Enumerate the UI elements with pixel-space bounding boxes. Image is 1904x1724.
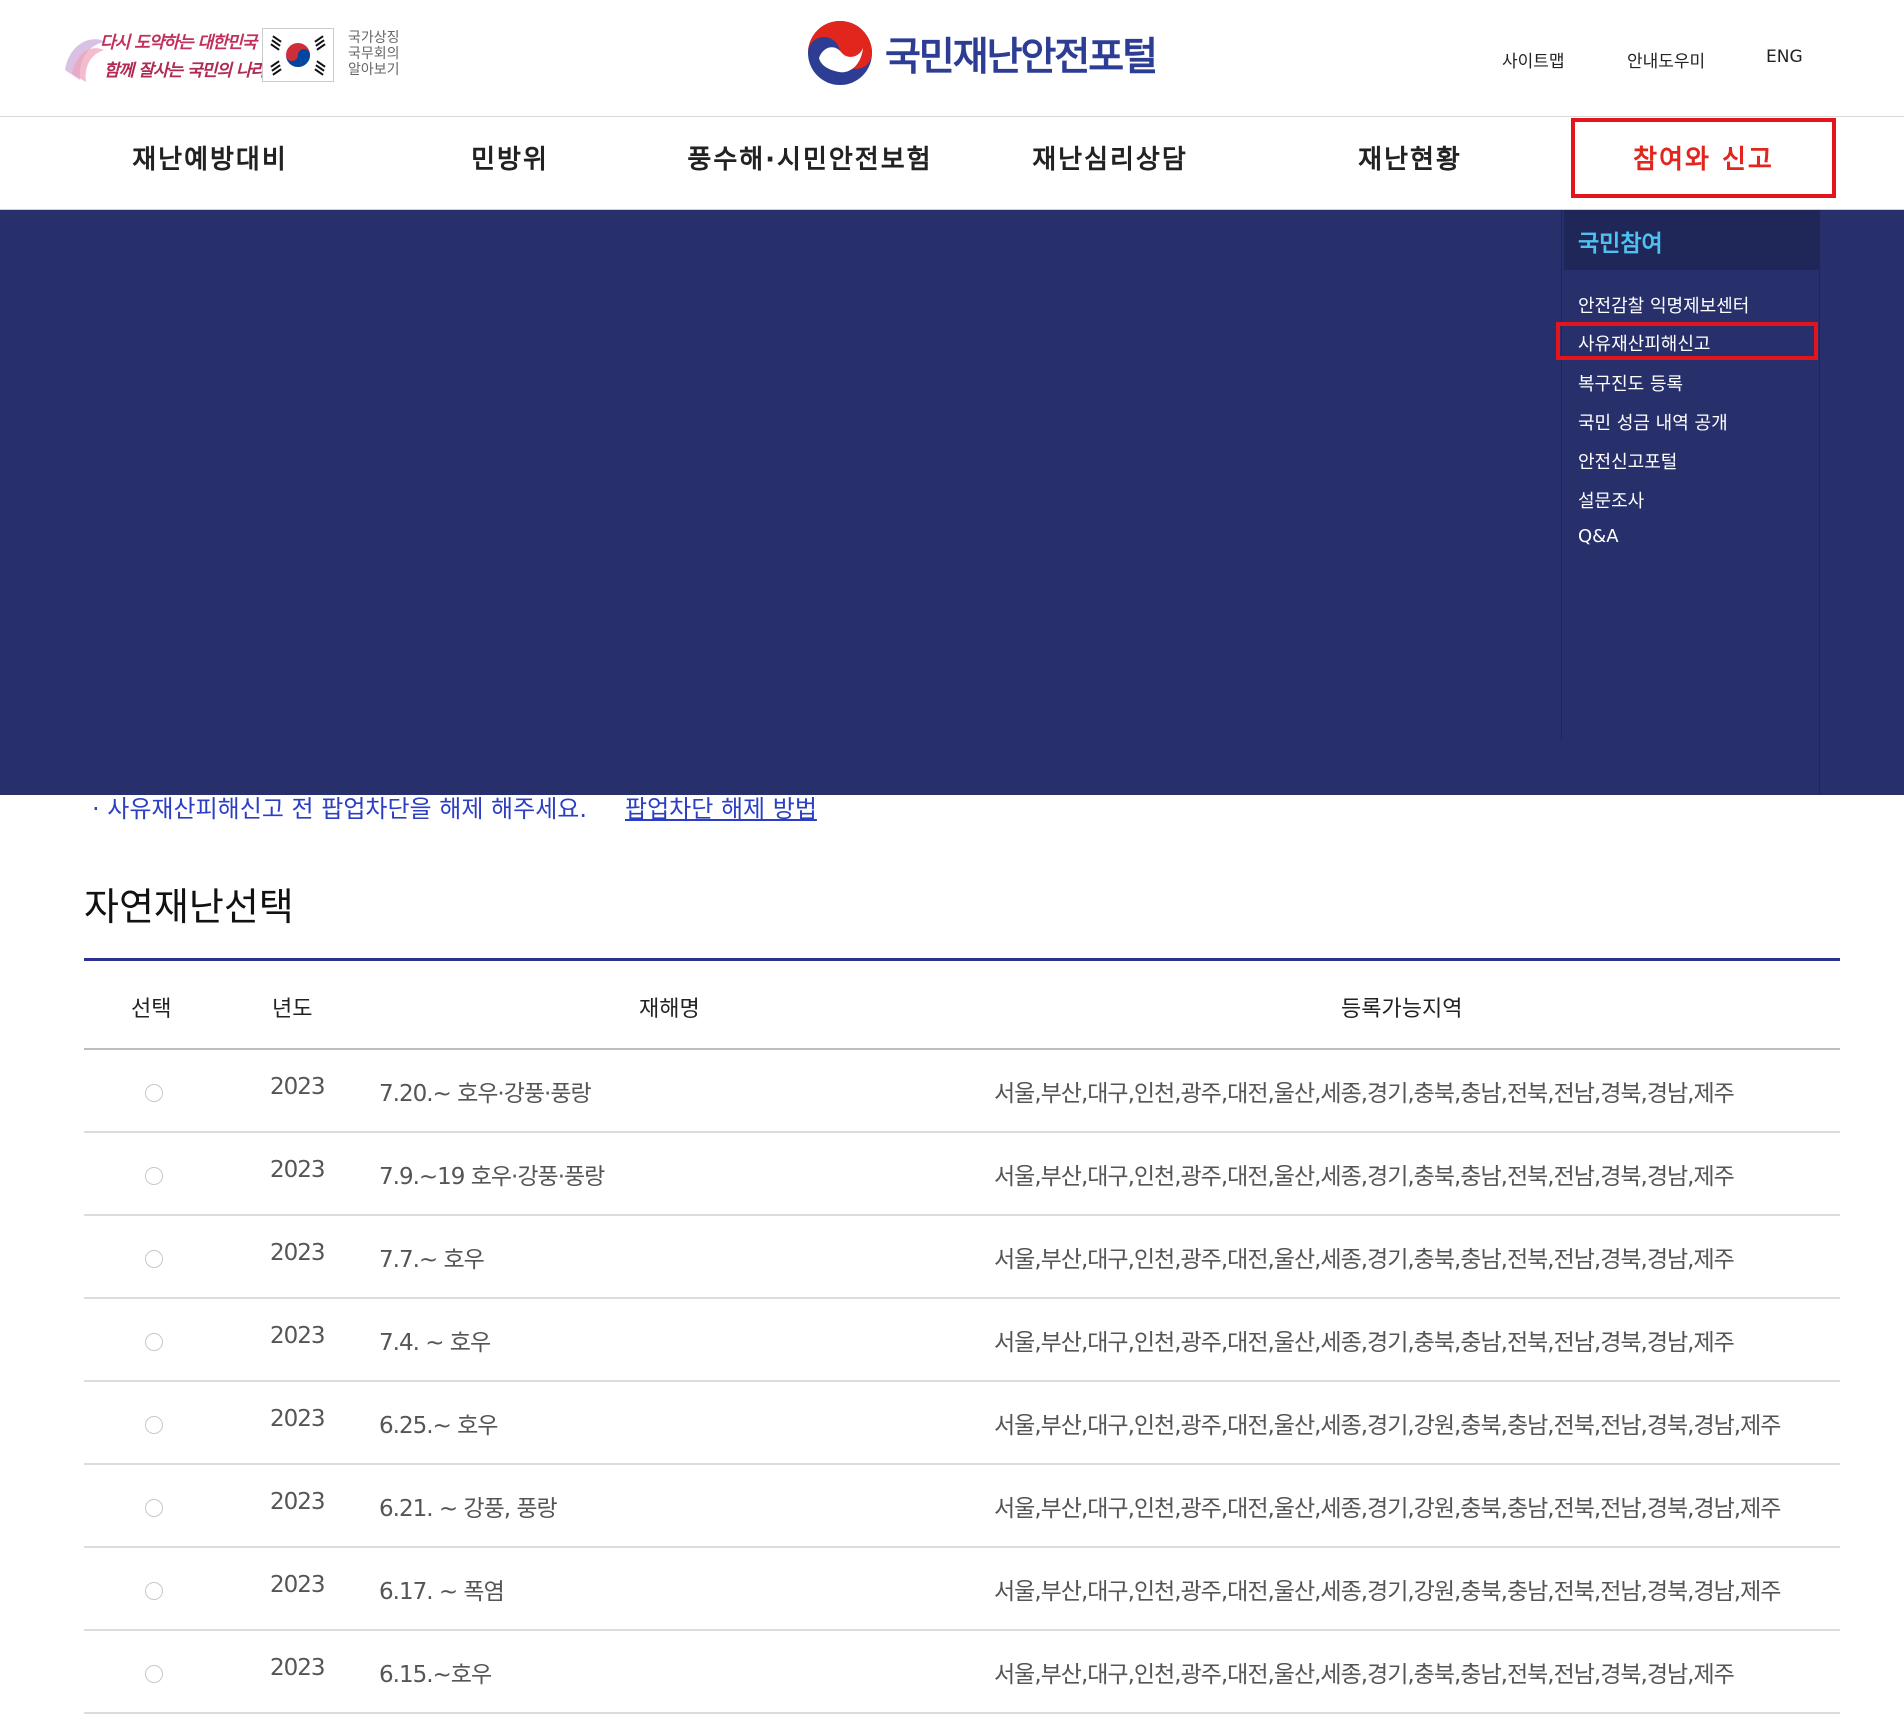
- dropdown-link-qna[interactable]: Q&A: [1578, 526, 1619, 547]
- cell-disaster-name: 7.20.~ 호우·강풍·풍랑: [379, 1081, 592, 1107]
- header-available-region: 등록가능지역: [1341, 997, 1463, 1022]
- table-row: 2023 6.21. ~ 강풍, 풍랑 서울,부산,대구,인천,광주,대전,울산…: [84, 1465, 1840, 1548]
- select-radio[interactable]: [145, 1167, 163, 1185]
- dropdown-link-survey[interactable]: 설문조사: [1578, 487, 1644, 513]
- portal-title[interactable]: 국민재난안전포털: [885, 26, 1158, 82]
- table-row: 2023 7.9.~19 호우·강풍·풍랑 서울,부산,대구,인천,광주,대전,…: [84, 1133, 1840, 1216]
- cell-disaster-name: 6.21. ~ 강풍, 풍랑: [379, 1496, 558, 1522]
- dropdown-link-recovery-progress[interactable]: 복구진도 등록: [1578, 370, 1683, 396]
- gnb-civil-defense[interactable]: 민방위: [390, 118, 630, 210]
- table-row: 2023 6.17. ~ 폭염 서울,부산,대구,인천,광주,대전,울산,세종,…: [84, 1548, 1840, 1631]
- dropdown-section-title[interactable]: 국민참여: [1564, 210, 1820, 270]
- main-navigation: 재난예방대비 민방위 풍수해·시민안전보험 재난심리상담 재난현황 참여와 신고: [0, 118, 1904, 210]
- cell-region: 서울,부산,대구,인천,광주,대전,울산,세종,경기,충북,충남,전북,전남,경…: [994, 1330, 1735, 1356]
- cell-disaster-name: 6.25.~ 호우: [379, 1413, 498, 1439]
- table-row: 2023 6.15.~호우 서울,부산,대구,인천,광주,대전,울산,세종,경기…: [84, 1631, 1840, 1714]
- cell-year: 2023: [270, 1074, 326, 1100]
- cell-region: 서울,부산,대구,인천,광주,대전,울산,세종,경기,충북,충남,전북,전남,경…: [994, 1662, 1735, 1688]
- select-radio[interactable]: [145, 1665, 163, 1683]
- table-row: 2023 7.4. ~ 호우 서울,부산,대구,인천,광주,대전,울산,세종,경…: [84, 1299, 1840, 1382]
- cell-year: 2023: [270, 1406, 326, 1432]
- gnb-psych-counseling[interactable]: 재난심리상담: [990, 118, 1230, 210]
- cell-disaster-name: 7.4. ~ 호우: [379, 1330, 491, 1356]
- cell-year: 2023: [270, 1655, 326, 1681]
- cell-region: 서울,부산,대구,인천,광주,대전,울산,세종,경기,강원,충북,충남,전북,전…: [994, 1579, 1781, 1605]
- dropdown-divider: [1819, 210, 1820, 795]
- dropdown-column: [1561, 210, 1819, 740]
- table-row: 2023 6.25.~ 호우 서울,부산,대구,인천,광주,대전,울산,세종,경…: [84, 1382, 1840, 1465]
- select-radio[interactable]: [145, 1084, 163, 1102]
- gnb-storm-insurance[interactable]: 풍수해·시민안전보험: [660, 118, 960, 210]
- select-radio[interactable]: [145, 1250, 163, 1268]
- dropdown-link-anonymous-report[interactable]: 안전감찰 익명제보센터: [1578, 292, 1749, 318]
- mega-menu-dropdown: 국민참여 안전감찰 익명제보센터 사유재산피해신고 복구진도 등록 국민 성금 …: [0, 210, 1904, 795]
- cell-disaster-name: 7.7.~ 호우: [379, 1247, 485, 1273]
- dropdown-link-donation-disclosure[interactable]: 국민 성금 내역 공개: [1578, 409, 1728, 435]
- gnb-participation-report[interactable]: 참여와 신고: [1571, 118, 1836, 198]
- cell-year: 2023: [270, 1572, 326, 1598]
- cell-disaster-name: 7.9.~19 호우·강풍·풍랑: [379, 1164, 605, 1190]
- promo-line-1: 다시 도약하는 대한민국: [100, 33, 257, 53]
- table-row: 2023 7.7.~ 호우 서울,부산,대구,인천,광주,대전,울산,세종,경기…: [84, 1216, 1840, 1299]
- dropdown-link-safety-report-portal[interactable]: 안전신고포털: [1578, 448, 1677, 474]
- site-header: 다시 도약하는 대한민국 함께 잘사는 국민의 나라 국가상징 국무회의 알아보…: [0, 0, 1904, 117]
- cell-region: 서울,부산,대구,인천,광주,대전,울산,세종,경기,강원,충북,충남,전북,전…: [994, 1496, 1781, 1522]
- cell-year: 2023: [270, 1240, 326, 1266]
- cell-disaster-name: 6.17. ~ 폭염: [379, 1579, 505, 1605]
- select-radio[interactable]: [145, 1582, 163, 1600]
- sitemap-link[interactable]: 사이트맵: [1502, 47, 1565, 72]
- gnb-disaster-status[interactable]: 재난현황: [1290, 118, 1530, 210]
- gnb-disaster-prevention[interactable]: 재난예방대비: [90, 118, 330, 210]
- cell-region: 서울,부산,대구,인천,광주,대전,울산,세종,경기,충북,충남,전북,전남,경…: [994, 1164, 1735, 1190]
- promo-line-2: 함께 잘사는 국민의 나라: [104, 61, 266, 81]
- national-symbol-link[interactable]: 국가상징 국무회의 알아보기: [348, 30, 400, 78]
- cell-year: 2023: [270, 1323, 326, 1349]
- table-row: 2023 7.20.~ 호우·강풍·풍랑 서울,부산,대구,인천,광주,대전,울…: [84, 1050, 1840, 1133]
- promo-banner[interactable]: 다시 도약하는 대한민국 함께 잘사는 국민의 나라: [60, 22, 266, 88]
- table-header: 선택 년도 재해명 등록가능지역: [84, 958, 1840, 1050]
- header-disaster-name: 재해명: [639, 997, 700, 1022]
- disaster-table: 선택 년도 재해명 등록가능지역 2023 7.20.~ 호우·강풍·풍랑 서울…: [84, 958, 1840, 1714]
- cell-region: 서울,부산,대구,인천,광주,대전,울산,세종,경기,충북,충남,전북,전남,경…: [994, 1247, 1735, 1273]
- cell-year: 2023: [270, 1489, 326, 1515]
- english-link[interactable]: ENG: [1766, 47, 1803, 67]
- cell-year: 2023: [270, 1157, 326, 1183]
- cell-region: 서울,부산,대구,인천,광주,대전,울산,세종,경기,강원,충북,충남,전북,전…: [994, 1413, 1781, 1439]
- dropdown-link-property-damage-report[interactable]: 사유재산피해신고: [1556, 322, 1818, 360]
- section-title: 자연재난선택: [84, 885, 294, 929]
- header-select: 선택: [131, 997, 172, 1022]
- cell-region: 서울,부산,대구,인천,광주,대전,울산,세종,경기,충북,충남,전북,전남,경…: [994, 1081, 1735, 1107]
- cell-disaster-name: 6.15.~호우: [379, 1662, 492, 1688]
- taegukgi-icon[interactable]: [262, 28, 334, 82]
- government-emblem-icon[interactable]: [805, 18, 875, 88]
- header-year: 년도: [272, 997, 313, 1022]
- guide-link[interactable]: 안내도우미: [1627, 47, 1705, 72]
- popup-notice-text: · 사유재산피해신고 전 팝업차단을 해제 해주세요.: [92, 795, 588, 823]
- popup-unblock-guide-link[interactable]: 팝업차단 해제 방법: [625, 789, 817, 824]
- select-radio[interactable]: [145, 1416, 163, 1434]
- select-radio[interactable]: [145, 1499, 163, 1517]
- select-radio[interactable]: [145, 1333, 163, 1351]
